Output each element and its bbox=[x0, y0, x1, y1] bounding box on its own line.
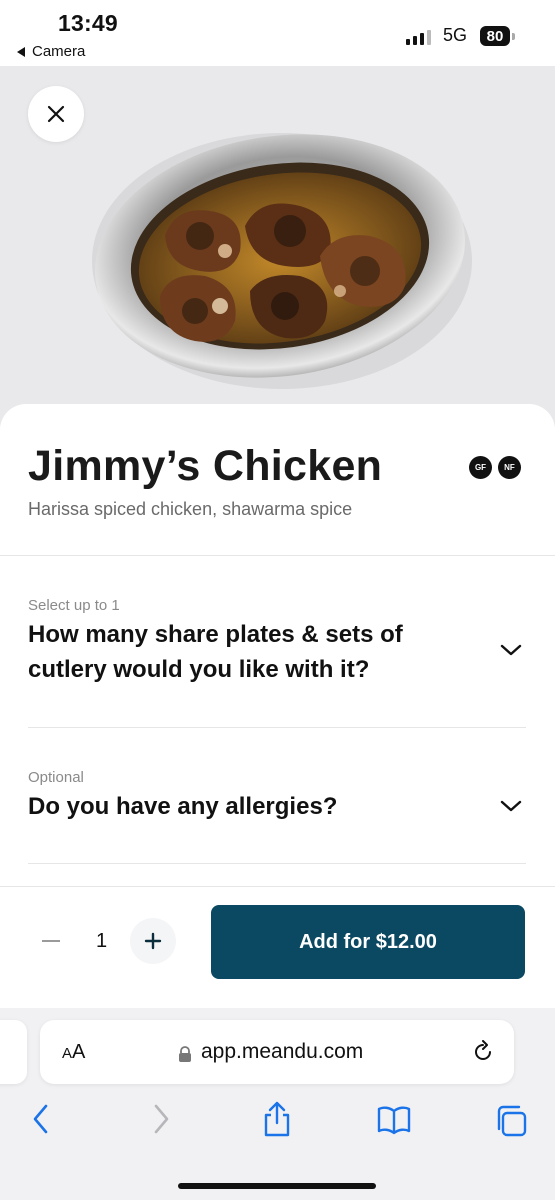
option-allergies[interactable]: Optional Do you have any allergies? bbox=[0, 762, 555, 842]
gluten-free-badge: GF bbox=[469, 456, 492, 479]
share-icon[interactable] bbox=[262, 1100, 292, 1138]
forward-arrow-icon[interactable] bbox=[150, 1102, 172, 1136]
previous-tab-peek[interactable] bbox=[0, 1020, 27, 1084]
battery-icon: 80 bbox=[480, 26, 510, 46]
chevron-down-icon bbox=[500, 644, 522, 656]
section-divider bbox=[0, 555, 555, 556]
bookmarks-icon[interactable] bbox=[376, 1104, 412, 1136]
option-question-line: cutlery would you like with it? bbox=[28, 656, 370, 683]
quantity-value: 1 bbox=[96, 930, 108, 952]
tabs-icon[interactable] bbox=[494, 1104, 528, 1138]
option-hint: Optional bbox=[28, 769, 84, 786]
item-description: Harissa spiced chicken, shawarma spice bbox=[28, 499, 353, 519]
option-question: Do you have any allergies? bbox=[28, 793, 338, 820]
chevron-down-icon bbox=[500, 800, 522, 812]
reload-icon[interactable] bbox=[471, 1040, 495, 1064]
decrease-quantity-button[interactable] bbox=[42, 940, 60, 942]
increase-quantity-button[interactable] bbox=[130, 918, 176, 964]
reader-options-button[interactable]: AA bbox=[62, 1041, 85, 1064]
aa-small-letter: A bbox=[62, 1045, 73, 1062]
item-title: Jimmy’s Chicken bbox=[28, 442, 383, 490]
aa-big-letter: A bbox=[72, 1041, 86, 1063]
back-triangle-icon bbox=[17, 46, 25, 57]
option-divider bbox=[28, 727, 526, 728]
back-to-app-link[interactable]: Camera bbox=[17, 43, 85, 60]
home-indicator bbox=[178, 1183, 376, 1189]
plus-icon bbox=[144, 932, 162, 950]
nut-free-badge: NF bbox=[498, 456, 521, 479]
network-type: 5G bbox=[443, 25, 468, 45]
option-question: How many share plates & sets of cutlery … bbox=[28, 617, 403, 687]
url-text: app.meandu.com bbox=[201, 1040, 364, 1063]
close-icon bbox=[47, 105, 65, 123]
battery-nub bbox=[512, 33, 515, 40]
option-question-line: How many share plates & sets of bbox=[28, 621, 403, 648]
cellular-signal-icon bbox=[406, 30, 431, 45]
option-share-plates[interactable]: Select up to 1 How many share plates & s… bbox=[0, 590, 555, 700]
add-to-order-button[interactable]: Add for $12.00 bbox=[211, 905, 525, 979]
back-app-label: Camera bbox=[32, 43, 86, 60]
back-arrow-icon[interactable] bbox=[30, 1102, 52, 1136]
status-time: 13:49 bbox=[58, 10, 118, 36]
lock-icon bbox=[179, 1046, 191, 1062]
option-divider bbox=[28, 863, 526, 864]
option-hint: Select up to 1 bbox=[28, 597, 120, 614]
close-button[interactable] bbox=[28, 86, 84, 142]
